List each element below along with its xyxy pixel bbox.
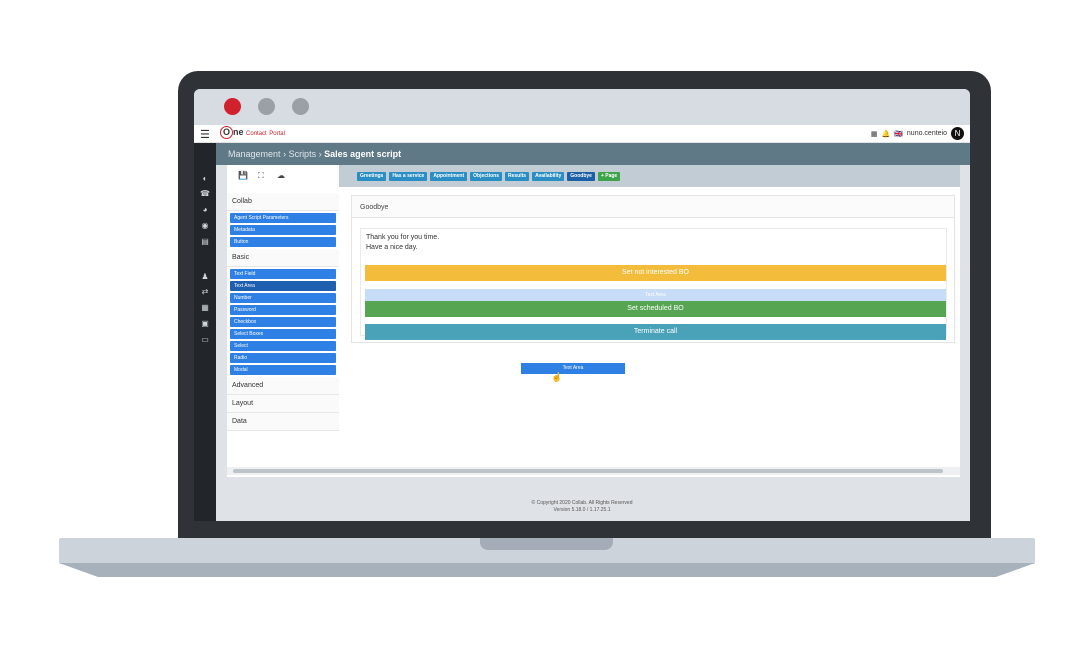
goodbye-text[interactable]: Thank you for you time. Have a nice day. bbox=[366, 233, 439, 253]
horizontal-scrollbar[interactable] bbox=[227, 467, 960, 475]
devices-icon[interactable]: ▭ bbox=[200, 336, 210, 344]
transfer-icon[interactable]: ⇄ bbox=[200, 288, 210, 296]
logo-mark: O bbox=[220, 126, 233, 139]
left-nav-rail: ◐ ☎ ◕ ◉ ▤ ♟ ⇄ ▦ ▣ ▭ bbox=[194, 143, 216, 521]
footer: © Copyright 2020 Collab. All Rights Rese… bbox=[194, 500, 970, 514]
hand-cursor-icon: ☝ bbox=[551, 372, 563, 382]
tab-results[interactable]: Results bbox=[505, 172, 530, 181]
breadcrumb-root[interactable]: Management bbox=[228, 149, 281, 159]
palette-group-basic[interactable]: Basic bbox=[227, 249, 339, 267]
palette-item[interactable]: Text Field bbox=[230, 269, 336, 279]
header-actions: ▦ 🔔 🇬🇧 nuno.centeio N bbox=[871, 127, 964, 140]
version-text: Version 5.18.0 / 1.17.25.1 bbox=[553, 507, 611, 513]
scrollbar-thumb[interactable] bbox=[233, 469, 943, 473]
logo[interactable]: One Contact Portal bbox=[220, 126, 285, 139]
contacts-icon[interactable]: ▣ bbox=[200, 320, 210, 328]
copyright-text: © Copyright 2020 Collab. All Rights Rese… bbox=[531, 500, 633, 506]
palette-item[interactable]: Text Area bbox=[230, 281, 336, 291]
builder-panel: 💾 ⛶ ☁ Greetings Has a service Appointmen… bbox=[227, 165, 960, 477]
laptop-base-edge bbox=[59, 563, 1035, 577]
dashboard-icon[interactable]: ▤ bbox=[200, 238, 210, 246]
palette-item[interactable]: Agent Script Parameters bbox=[230, 213, 336, 223]
palette-group-collab[interactable]: Collab bbox=[227, 193, 339, 211]
eye-icon[interactable]: ◉ bbox=[200, 222, 210, 230]
page-tabs: Greetings Has a service Appointment Obje… bbox=[357, 172, 621, 181]
goodbye-line-1: Thank you for you time. bbox=[366, 234, 440, 241]
tab-greetings[interactable]: Greetings bbox=[357, 172, 387, 181]
palette-item[interactable]: Radio bbox=[230, 353, 336, 363]
palette-item[interactable]: Metadata bbox=[230, 225, 336, 235]
editor-canvas: Thank you for you time. Have a nice day.… bbox=[360, 228, 947, 340]
dragged-component[interactable]: Text Area bbox=[521, 363, 625, 374]
user-name[interactable]: nuno.centeio bbox=[907, 130, 947, 137]
breadcrumb-mid[interactable]: Scripts bbox=[289, 149, 317, 159]
palette-item[interactable]: Password bbox=[230, 305, 336, 315]
set-not-interested-button[interactable]: Set not interested BO bbox=[365, 265, 946, 281]
logo-sub2: Portal bbox=[269, 131, 285, 137]
pie-chart-icon[interactable]: ◕ bbox=[200, 206, 210, 214]
app-header: ☰ One Contact Portal ▦ 🔔 🇬🇧 nuno.centeio… bbox=[194, 125, 970, 143]
palette-group-layout[interactable]: Layout bbox=[227, 395, 339, 413]
palette-item[interactable]: Modal bbox=[230, 365, 336, 375]
set-scheduled-button[interactable]: Set scheduled BO bbox=[365, 301, 946, 317]
menu-icon[interactable]: ☰ bbox=[200, 128, 210, 141]
tab-appointment[interactable]: Appointment bbox=[430, 172, 468, 181]
palette-group-data[interactable]: Data bbox=[227, 413, 339, 431]
add-page-button[interactable]: + Page bbox=[597, 172, 621, 181]
maximize-window-button[interactable] bbox=[292, 98, 309, 115]
users-icon[interactable]: ♟ bbox=[200, 273, 210, 281]
grid-icon[interactable]: ▦ bbox=[200, 304, 210, 312]
drop-placeholder: Text Area bbox=[365, 289, 946, 301]
headset-icon[interactable]: ◐ bbox=[200, 175, 210, 183]
window-titlebar bbox=[194, 89, 970, 125]
palette-item[interactable]: Select Boxes bbox=[230, 329, 336, 339]
builder-toolbar: 💾 ⛶ ☁ bbox=[227, 165, 339, 187]
apps-grid-icon[interactable]: ▦ bbox=[871, 130, 878, 138]
cloud-upload-icon[interactable]: ☁ bbox=[277, 171, 285, 180]
notification-bell-icon[interactable]: 🔔 bbox=[881, 130, 890, 138]
palette-item[interactable]: Checkbox bbox=[230, 317, 336, 327]
breadcrumb: Management › Scripts › Sales agent scrip… bbox=[216, 143, 970, 165]
phone-icon[interactable]: ☎ bbox=[200, 190, 210, 198]
palette-item[interactable]: Number bbox=[230, 293, 336, 303]
editor-title: Goodbye bbox=[352, 196, 954, 218]
minimize-window-button[interactable] bbox=[258, 98, 275, 115]
form-editor: Goodbye Thank you for you time. Have a n… bbox=[351, 195, 955, 343]
component-palette: Collab Agent Script Parameters Metadata … bbox=[227, 193, 339, 431]
tab-objections[interactable]: Objections bbox=[470, 172, 502, 181]
laptop-notch bbox=[480, 538, 613, 550]
screen: ☰ One Contact Portal ▦ 🔔 🇬🇧 nuno.centeio… bbox=[194, 89, 970, 521]
terminate-call-button[interactable]: Terminate call bbox=[365, 324, 946, 340]
tab-has-a-service[interactable]: Has a service bbox=[389, 172, 428, 181]
palette-item[interactable]: Select bbox=[230, 341, 336, 351]
flag-uk-icon[interactable]: 🇬🇧 bbox=[894, 130, 903, 138]
logo-text: ne bbox=[233, 127, 244, 137]
expand-icon[interactable]: ⛶ bbox=[258, 171, 264, 181]
page-tabs-row: 💾 ⛶ ☁ Greetings Has a service Appointmen… bbox=[227, 165, 960, 187]
save-icon[interactable]: 💾 bbox=[238, 171, 248, 180]
goodbye-line-2: Have a nice day. bbox=[366, 244, 418, 251]
tab-availability[interactable]: Availability bbox=[532, 172, 565, 181]
tab-goodbye[interactable]: Goodbye bbox=[567, 172, 595, 181]
avatar[interactable]: N bbox=[951, 127, 964, 140]
close-window-button[interactable] bbox=[224, 98, 241, 115]
palette-group-advanced[interactable]: Advanced bbox=[227, 377, 339, 395]
page-title: Sales agent script bbox=[324, 149, 402, 159]
logo-sub: Contact bbox=[246, 131, 267, 137]
palette-item[interactable]: Button bbox=[230, 237, 336, 247]
